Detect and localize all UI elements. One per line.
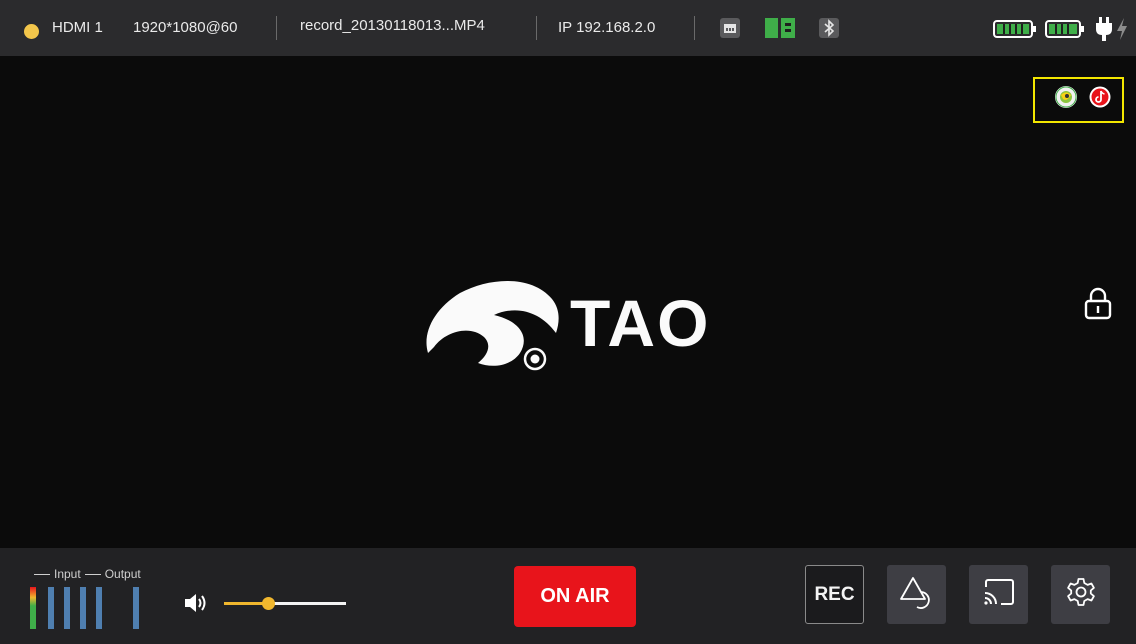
meter-input-label: Input — [54, 567, 81, 581]
tiktok-icon[interactable] — [1089, 86, 1111, 108]
bluetooth-icon — [818, 17, 840, 39]
divider — [694, 16, 695, 40]
sd-card-icon — [765, 17, 795, 39]
status-bar: HDMI 1 1920*1080@60 record_20130118013..… — [0, 0, 1136, 56]
shapes-button[interactable] — [887, 565, 946, 624]
lock-icon[interactable] — [1084, 287, 1112, 321]
divider — [536, 16, 537, 40]
audio-meter-input — [96, 587, 102, 629]
audio-meter-input — [30, 587, 36, 629]
ip-address-label: IP 192.168.2.0 — [558, 19, 656, 36]
settings-button[interactable] — [1051, 565, 1110, 624]
streaming-platform-icon[interactable] — [1055, 86, 1077, 108]
cast-button[interactable] — [969, 565, 1028, 624]
logo-text: TAO — [570, 286, 711, 360]
volume-slider[interactable] — [224, 597, 346, 610]
divider — [276, 16, 277, 40]
on-air-button[interactable]: ON AIR — [514, 566, 636, 627]
cast-icon — [982, 577, 1016, 612]
ethernet-icon — [719, 17, 741, 39]
gear-icon — [1065, 576, 1097, 613]
audio-meter-input — [80, 587, 86, 629]
resolution-label: 1920*1080@60 — [133, 19, 238, 36]
meter-legend: Input Output — [30, 567, 141, 581]
source-label[interactable]: HDMI 1 — [52, 19, 103, 36]
source-indicator-dot — [24, 24, 39, 39]
volume-slider-thumb[interactable] — [261, 597, 275, 610]
audio-meter-input — [48, 587, 54, 629]
battery-1-icon — [993, 20, 1037, 42]
power-plug-icon — [1095, 16, 1113, 42]
volume-icon[interactable] — [183, 591, 209, 615]
meter-output-label: Output — [104, 567, 141, 581]
record-button[interactable]: REC — [805, 565, 864, 624]
charging-bolt-icon — [1115, 16, 1129, 42]
audio-meter-input — [64, 587, 70, 629]
record-file-name: record_20130118013...MP4 — [300, 17, 485, 34]
audio-meter-output — [133, 587, 139, 629]
battery-2-icon — [1045, 20, 1085, 42]
shapes-icon — [899, 575, 935, 614]
